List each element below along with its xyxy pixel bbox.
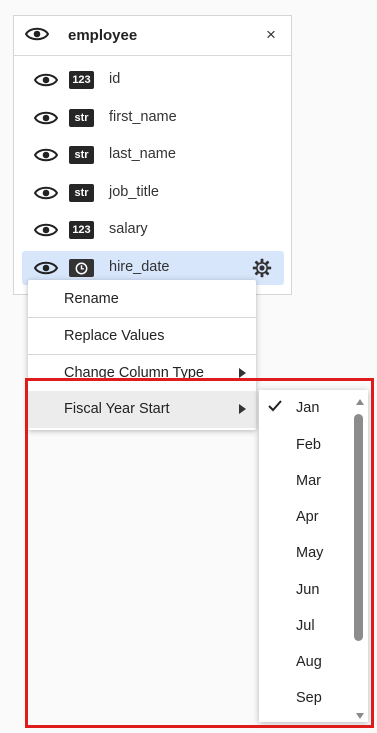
month-option-jan[interactable]: Jan	[259, 390, 351, 426]
scroll-up-arrow-icon[interactable]	[356, 399, 364, 405]
gear-icon[interactable]	[252, 258, 272, 283]
menu-item-label: Rename	[64, 291, 119, 307]
menu-item-label: Replace Values	[64, 328, 165, 344]
month-label: Feb	[296, 437, 321, 453]
eye-icon[interactable]	[33, 260, 59, 281]
month-option-jul[interactable]: Jul	[259, 608, 351, 644]
numeric-type-badge: 123	[69, 221, 94, 239]
month-option-apr[interactable]: Apr	[259, 499, 351, 535]
panel-header: employee ×	[14, 16, 291, 56]
menu-item-fiscal-year-start[interactable]: Fiscal Year Start	[28, 391, 256, 428]
string-type-badge: str	[69, 184, 94, 202]
string-type-badge: str	[69, 146, 94, 164]
menu-item-change-column-type[interactable]: Change Column Type	[28, 355, 256, 392]
column-row-job-title[interactable]: str job_title	[22, 176, 284, 210]
column-name: salary	[109, 221, 148, 237]
column-name: job_title	[109, 184, 159, 200]
column-row-salary[interactable]: 123 salary	[22, 213, 284, 247]
month-option-feb[interactable]: Feb	[259, 427, 351, 463]
fiscal-year-submenu: Jan Feb Mar Apr May Jun Jul Aug Sep	[259, 390, 368, 722]
month-label: Jan	[296, 400, 320, 416]
menu-item-replace-values[interactable]: Replace Values	[28, 318, 256, 355]
eye-icon[interactable]	[33, 185, 59, 206]
eye-icon[interactable]	[33, 72, 59, 93]
column-row-first-name[interactable]: str first_name	[22, 101, 284, 135]
submenu-arrow-icon	[239, 368, 246, 378]
column-name: last_name	[109, 146, 176, 162]
column-panel: employee × 123 id str first_name str las…	[13, 15, 292, 295]
column-name: id	[109, 71, 121, 87]
month-label: Apr	[296, 509, 319, 525]
month-option-may[interactable]: May	[259, 535, 351, 571]
eye-icon[interactable]	[33, 222, 59, 243]
eye-icon[interactable]	[33, 147, 59, 168]
submenu-arrow-icon	[239, 404, 246, 414]
column-row-last-name[interactable]: str last_name	[22, 138, 284, 172]
string-type-badge: str	[69, 109, 94, 127]
datetime-type-badge	[69, 259, 94, 277]
month-label: Sep	[296, 690, 322, 706]
column-row-id[interactable]: 123 id	[22, 63, 284, 97]
eye-icon[interactable]	[33, 110, 59, 131]
month-option-sep[interactable]: Sep	[259, 680, 351, 716]
month-label: Jun	[296, 582, 320, 598]
scrollbar-thumb[interactable]	[354, 414, 363, 641]
scrollbar[interactable]	[351, 390, 368, 722]
menu-item-label: Change Column Type	[64, 365, 204, 381]
eye-icon[interactable]	[24, 25, 50, 48]
menu-item-rename[interactable]: Rename	[28, 281, 256, 318]
table-title: employee	[68, 27, 138, 44]
close-button[interactable]: ×	[262, 25, 280, 45]
month-option-jun[interactable]: Jun	[259, 572, 351, 608]
column-name: hire_date	[109, 259, 170, 275]
month-label: Mar	[296, 473, 321, 489]
checkmark-icon	[267, 399, 283, 417]
column-context-menu: Rename Replace Values Change Column Type…	[28, 280, 256, 430]
column-name: first_name	[109, 109, 177, 125]
clock-icon	[75, 262, 88, 275]
menu-item-label: Fiscal Year Start	[64, 401, 170, 417]
month-label: Jul	[296, 618, 315, 634]
numeric-type-badge: 123	[69, 71, 94, 89]
month-option-aug[interactable]: Aug	[259, 644, 351, 680]
month-label: May	[296, 545, 324, 561]
scroll-down-arrow-icon[interactable]	[356, 713, 364, 719]
month-option-mar[interactable]: Mar	[259, 463, 351, 499]
month-label: Aug	[296, 654, 322, 670]
